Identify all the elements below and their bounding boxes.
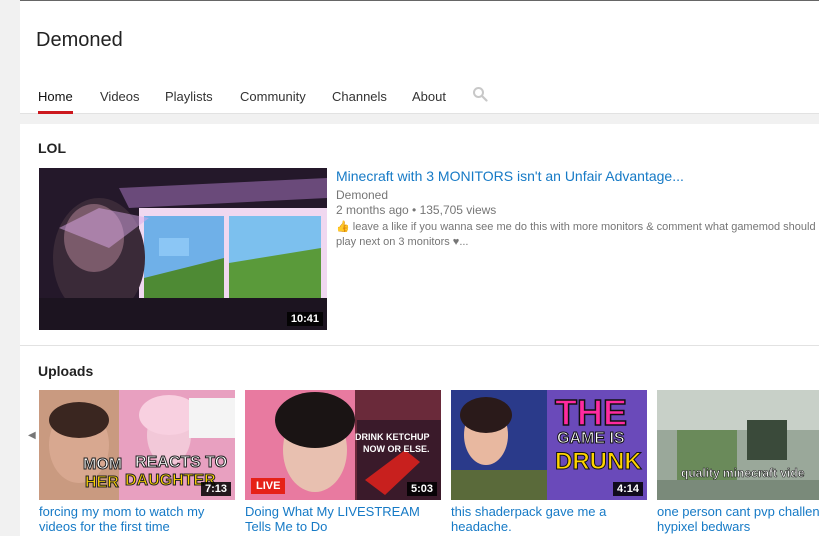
- featured-description: 👍 leave a like if you wanna see me do th…: [336, 221, 816, 248]
- thumb-text: DRINK KETCHUP: [355, 432, 430, 442]
- tab-playlists[interactable]: Playlists: [165, 81, 213, 114]
- live-badge: LIVE: [251, 478, 286, 494]
- upload-item[interactable]: THE GAME IS DRUNK 4:14 this shaderpack g…: [451, 390, 647, 534]
- upload-title-line1[interactable]: Doing What My LIVESTREAM: [245, 504, 441, 519]
- featured-meta: 2 months ago • 135,705 views: [336, 203, 497, 217]
- upload-item[interactable]: MOM REACTS TO HER DAUGHTER 7:13 forcing …: [39, 390, 235, 534]
- upload-duration: 5:03: [406, 482, 437, 496]
- thumb-text: GAME IS: [557, 430, 626, 448]
- featured-thumbnail-image: [39, 168, 327, 330]
- thumb-text: THE: [554, 391, 628, 434]
- upload-title-line2[interactable]: headache.: [451, 519, 647, 534]
- thumb-text: quality minecraft vide: [681, 466, 805, 481]
- featured-duration: 10:41: [286, 312, 323, 326]
- carousel-left-arrow-icon[interactable]: ◀: [28, 430, 36, 441]
- channel-header: Demoned Home Videos Playlists Community …: [20, 1, 819, 114]
- thumb-text: MOM: [82, 456, 123, 474]
- upload-title-line1[interactable]: one person cant pvp challen: [657, 504, 819, 519]
- channel-name: Demoned: [36, 29, 123, 51]
- thumb-text: HER: [85, 474, 120, 492]
- upload-thumbnail-image: [657, 390, 819, 500]
- upload-thumbnail[interactable]: quality minecraft vide: [657, 390, 819, 500]
- tab-about[interactable]: About: [412, 81, 446, 114]
- thumb-text: DRUNK: [555, 448, 643, 476]
- section-title-lol[interactable]: LOL: [38, 140, 66, 156]
- featured-channel-name[interactable]: Demoned: [336, 188, 388, 202]
- tab-home[interactable]: Home: [38, 81, 73, 114]
- upload-duration: 4:14: [612, 482, 643, 496]
- upload-duration: 7:13: [200, 482, 231, 496]
- upload-title-line2[interactable]: videos for the first time: [39, 519, 235, 534]
- section-divider: [20, 345, 819, 346]
- featured-video-title[interactable]: Minecraft with 3 MONITORS isn't an Unfai…: [336, 168, 684, 184]
- upload-item[interactable]: DRINK KETCHUP NOW OR ELSE. LIVE 5:03 Doi…: [245, 390, 441, 534]
- tab-channels[interactable]: Channels: [332, 81, 387, 114]
- tab-community[interactable]: Community: [240, 81, 306, 114]
- upload-title-line2[interactable]: hypixel bedwars: [657, 519, 819, 534]
- channel-content: LOL 10:41 Minecraft with 3 MONITORS isn'…: [20, 124, 819, 536]
- thumb-text: NOW OR ELSE.: [363, 444, 430, 454]
- section-title-uploads[interactable]: Uploads: [38, 363, 93, 379]
- upload-thumbnail[interactable]: THE GAME IS DRUNK 4:14: [451, 390, 647, 500]
- upload-title-line1[interactable]: forcing my mom to watch my: [39, 504, 235, 519]
- upload-thumbnail[interactable]: DRINK KETCHUP NOW OR ELSE. LIVE 5:03: [245, 390, 441, 500]
- tab-videos[interactable]: Videos: [100, 81, 140, 114]
- upload-item[interactable]: quality minecraft vide one person cant p…: [657, 390, 819, 534]
- upload-title-line2[interactable]: Tells Me to Do: [245, 519, 441, 534]
- upload-thumbnail[interactable]: MOM REACTS TO HER DAUGHTER 7:13: [39, 390, 235, 500]
- upload-title-line1[interactable]: this shaderpack gave me a: [451, 504, 647, 519]
- thumb-text: REACTS TO: [134, 454, 228, 472]
- featured-thumbnail[interactable]: 10:41: [39, 168, 327, 330]
- search-icon[interactable]: [472, 86, 488, 102]
